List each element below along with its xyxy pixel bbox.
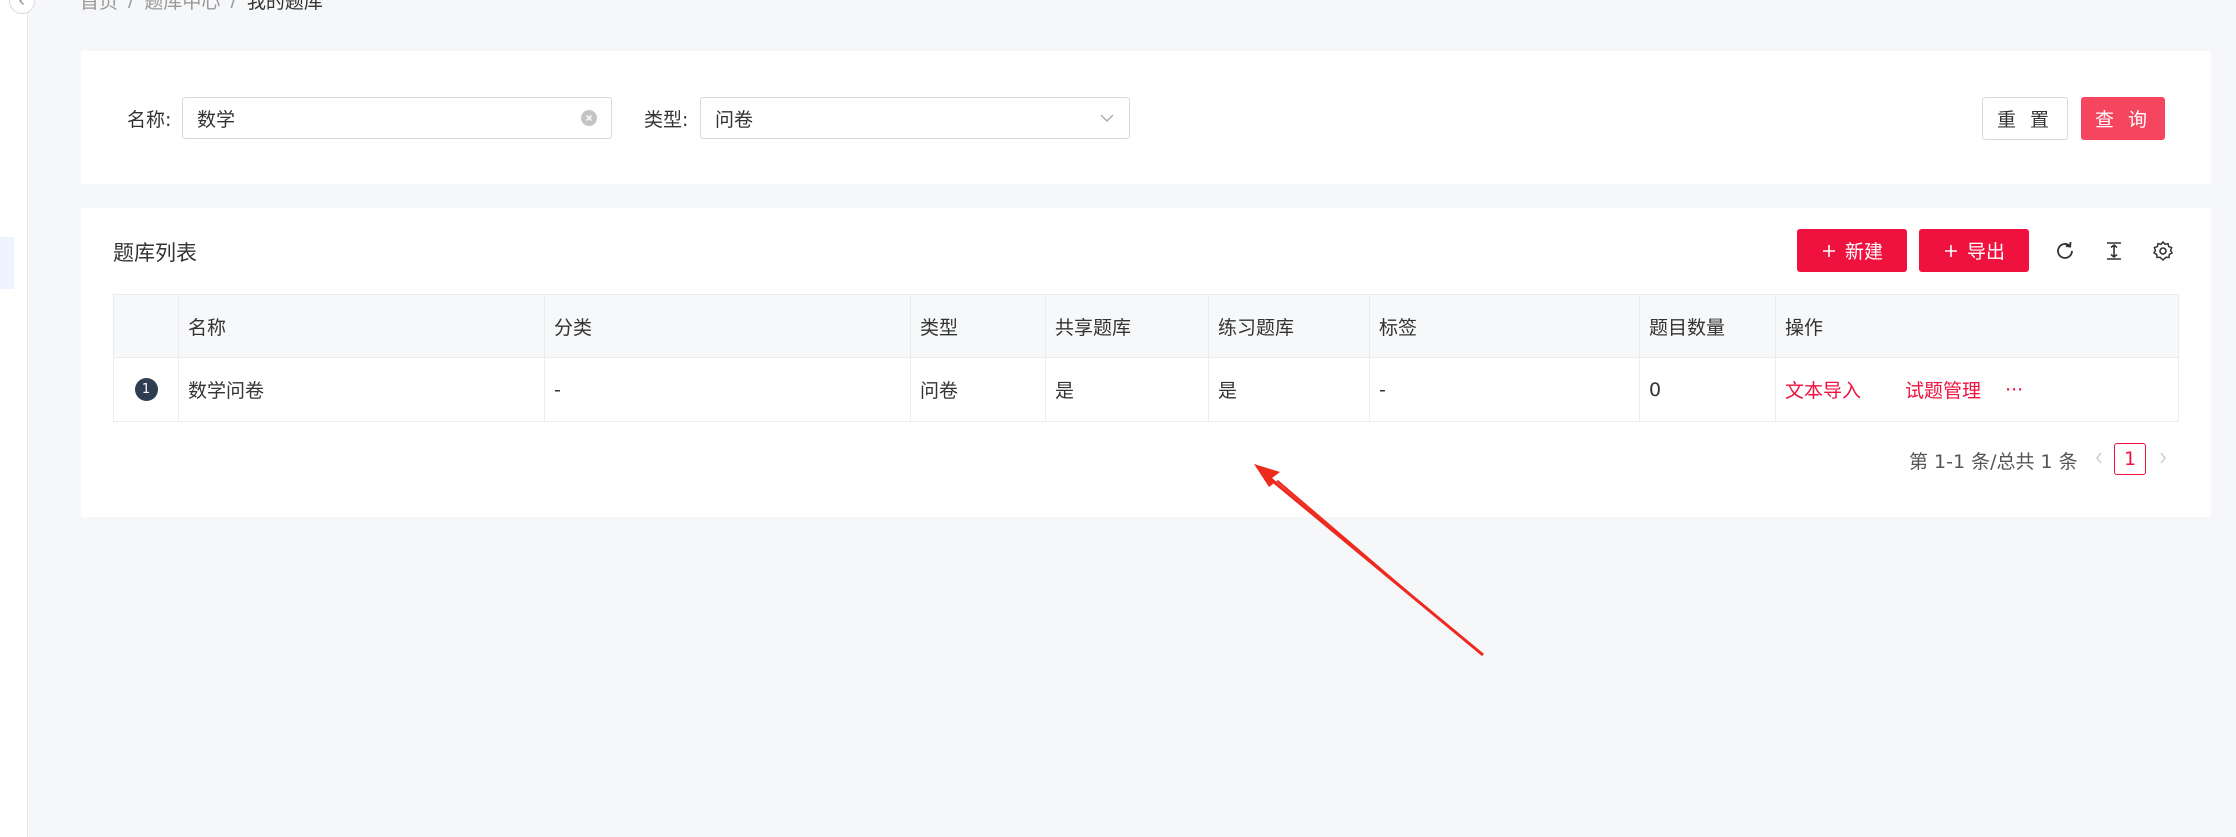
- sidebar-active-marker: [0, 237, 14, 289]
- cell-actions: 文本导入 试题管理 ···: [1775, 358, 2178, 421]
- column-header-type: 类型: [920, 316, 959, 339]
- breadcrumb-home[interactable]: 首页: [80, 0, 118, 14]
- chevron-right-icon: [2160, 452, 2166, 464]
- name-filter-value: 数学: [197, 108, 236, 131]
- column-header-count: 题目数量: [1649, 316, 1726, 339]
- pagination-next-button[interactable]: [2153, 446, 2173, 470]
- column-header-shared: 共享题库: [1055, 316, 1132, 339]
- left-sidebar: [0, 0, 28, 837]
- question-management-link[interactable]: 试题管理: [1905, 376, 1981, 403]
- plus-icon: [1944, 244, 1957, 257]
- question-bank-table: 名称 分类 类型 共享题库 练习题库 标签 题目数量 操作 1 数学问卷 - 问…: [113, 294, 2179, 422]
- pagination-page-1[interactable]: 1: [2114, 443, 2146, 475]
- cell-category: -: [554, 378, 561, 401]
- text-import-link[interactable]: 文本导入: [1785, 376, 1861, 403]
- page: 首页 / 题库中心 / 我的题库 名称: 数学 类型: 问卷 重 置 查 询 题…: [0, 0, 2236, 837]
- type-filter-value: 问卷: [715, 108, 754, 131]
- cell-tags: -: [1379, 378, 1386, 401]
- refresh-icon[interactable]: [2053, 239, 2077, 263]
- cell-shared: 是: [1055, 380, 1075, 402]
- list-title: 题库列表: [113, 241, 197, 265]
- export-button-label: 导出: [1966, 241, 2005, 263]
- reset-button[interactable]: 重 置: [1982, 97, 2068, 140]
- chevron-left-icon: [18, 0, 25, 6]
- cell-practice: 是: [1218, 380, 1238, 402]
- column-height-icon[interactable]: [2102, 239, 2126, 263]
- breadcrumb: 首页 / 题库中心 / 我的题库: [80, 0, 323, 13]
- breadcrumb-separator: /: [128, 0, 135, 11]
- plus-icon: [1822, 244, 1835, 257]
- cell-count: 0: [1649, 378, 1662, 401]
- new-button-label: 新建: [1844, 241, 1883, 263]
- column-header-tags: 标签: [1379, 316, 1418, 339]
- query-button[interactable]: 查 询: [2081, 97, 2165, 140]
- row-index-badge: 1: [134, 378, 158, 401]
- name-filter-input[interactable]: 数学: [182, 97, 612, 139]
- clear-icon[interactable]: [581, 110, 597, 126]
- chevron-left-icon: [2096, 452, 2102, 464]
- export-button[interactable]: 导出: [1919, 229, 2029, 272]
- type-filter-label: 类型:: [644, 109, 689, 131]
- type-filter-select[interactable]: 问卷: [700, 97, 1130, 139]
- chevron-down-icon: [1100, 114, 1114, 122]
- cell-type: 问卷: [920, 380, 959, 402]
- name-filter-label: 名称:: [127, 109, 172, 131]
- column-header-name: 名称: [188, 316, 227, 339]
- breadcrumb-my-question-bank: 我的题库: [246, 0, 323, 13]
- cell-name: 数学问卷: [188, 380, 265, 402]
- gear-icon[interactable]: [2151, 239, 2175, 263]
- breadcrumb-question-bank-center[interactable]: 题库中心: [144, 0, 220, 14]
- more-actions-link[interactable]: ···: [2005, 379, 2023, 401]
- breadcrumb-separator: /: [230, 0, 237, 11]
- column-header-category: 分类: [554, 316, 593, 339]
- column-header-actions: 操作: [1785, 316, 1824, 339]
- pagination-total: 第 1-1 条/总共 1 条: [1909, 451, 2078, 473]
- column-header-practice: 练习题库: [1218, 316, 1295, 339]
- new-button[interactable]: 新建: [1797, 229, 1907, 272]
- pagination-prev-button[interactable]: [2089, 446, 2109, 470]
